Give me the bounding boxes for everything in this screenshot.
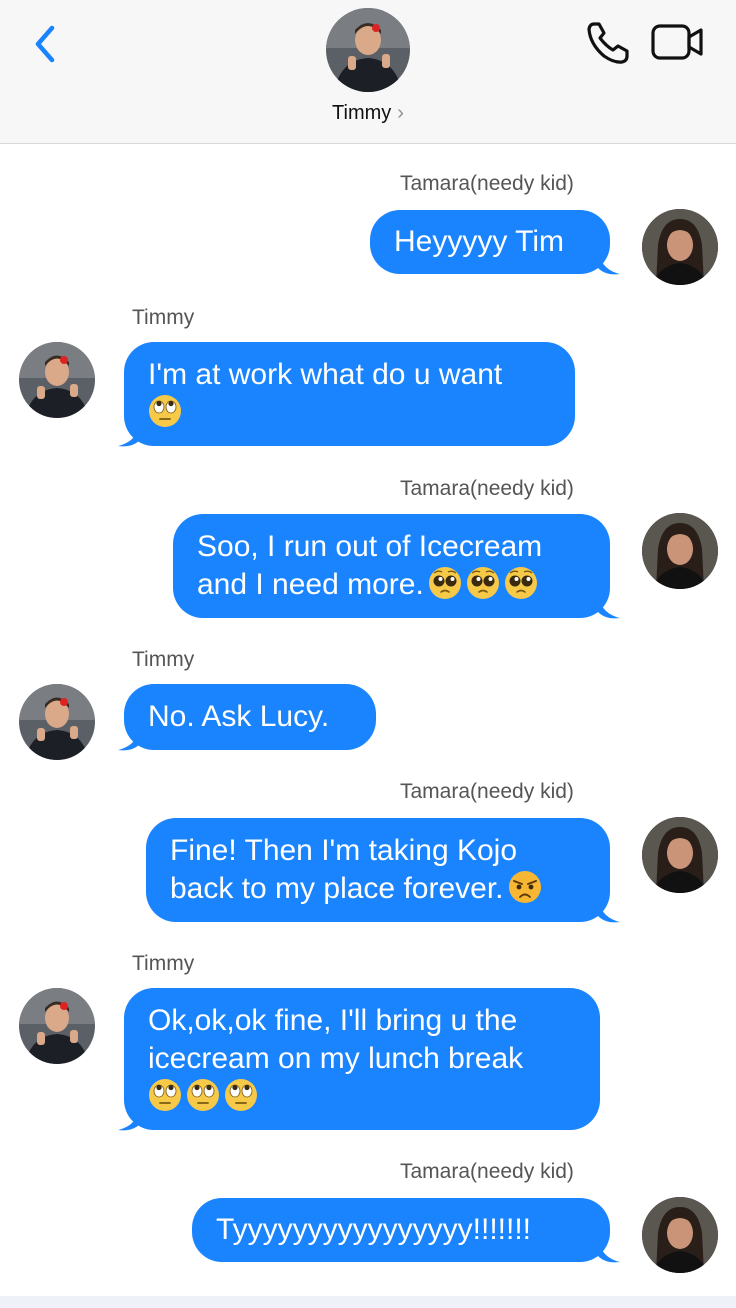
tamara-avatar[interactable] — [642, 513, 718, 589]
sender-name: Tamara(needy kid) — [400, 1160, 574, 1183]
video-camera-icon — [651, 24, 703, 60]
bottom-bar — [0, 1296, 736, 1308]
message-text: Heyyyyy Tim — [394, 225, 565, 258]
chevron-left-icon — [35, 25, 55, 63]
contact-avatar[interactable] — [326, 8, 410, 92]
eye-roll-emoji-icon — [148, 394, 182, 428]
bubble-tail — [118, 424, 140, 447]
message-text: Soo, I run out of Icecream and I need mo… — [197, 530, 543, 601]
timmy-avatar[interactable] — [19, 342, 95, 418]
bubble-tail — [118, 728, 140, 751]
tamara-avatar[interactable] — [642, 1197, 718, 1273]
message-text: No. Ask Lucy. — [148, 700, 330, 733]
contact-name-button[interactable]: Timmy › — [0, 102, 736, 125]
pleading-emoji-icon — [428, 566, 462, 600]
sender-name: Timmy — [132, 648, 195, 671]
message-bubble-outgoing[interactable]: Tyyyyyyyyyyyyyyyy!!!!!!! — [192, 1198, 610, 1262]
angry-emoji-icon — [507, 870, 542, 904]
timmy-avatar[interactable] — [19, 988, 95, 1064]
message-bubble-outgoing[interactable]: Heyyyyy Tim — [370, 210, 610, 274]
sender-name: Tamara(needy kid) — [400, 477, 574, 500]
video-call-button[interactable] — [650, 20, 706, 64]
conversation-header: Timmy › — [0, 0, 736, 144]
bubble-tail — [598, 900, 620, 923]
message-text: I'm at work what do u want — [148, 358, 503, 391]
timmy-avatar[interactable] — [19, 684, 95, 760]
bubble-tail — [598, 1240, 620, 1263]
message-bubble-incoming[interactable]: No. Ask Lucy. — [124, 684, 376, 750]
message-text: Tyyyyyyyyyyyyyyyy!!!!!!! — [216, 1213, 532, 1246]
call-button[interactable] — [584, 18, 632, 66]
back-button[interactable] — [28, 22, 64, 66]
chevron-right-icon: › — [397, 102, 404, 124]
sender-name: Timmy — [132, 306, 195, 329]
sender-name: Tamara(needy kid) — [400, 780, 574, 803]
eye-roll-emoji-icon — [148, 1078, 182, 1112]
contact-name: Timmy — [332, 102, 392, 124]
message-bubble-outgoing[interactable]: Fine! Then I'm taking Kojo back to my pl… — [146, 818, 610, 922]
eye-roll-emoji-icon — [186, 1078, 220, 1112]
tamara-avatar[interactable] — [642, 817, 718, 893]
sender-name: Tamara(needy kid) — [400, 172, 574, 195]
message-text: Fine! Then I'm taking Kojo back to my pl… — [170, 832, 542, 908]
eye-roll-emoji-icon — [224, 1078, 258, 1112]
pleading-emoji-icon — [504, 566, 538, 600]
bubble-tail — [598, 252, 620, 275]
pleading-emoji-icon — [466, 566, 500, 600]
phone-icon — [587, 22, 629, 64]
message-text: Ok,ok,ok fine, I'll bring u the icecream… — [148, 1004, 524, 1075]
message-bubble-incoming[interactable]: Ok,ok,ok fine, I'll bring u the icecream… — [124, 988, 600, 1130]
message-bubble-incoming[interactable]: I'm at work what do u want — [124, 342, 575, 446]
tamara-avatar[interactable] — [642, 209, 718, 285]
sender-name: Timmy — [132, 952, 195, 975]
bubble-tail — [118, 1108, 140, 1131]
message-bubble-outgoing[interactable]: Soo, I run out of Icecream and I need mo… — [173, 514, 610, 618]
bubble-tail — [598, 596, 620, 619]
